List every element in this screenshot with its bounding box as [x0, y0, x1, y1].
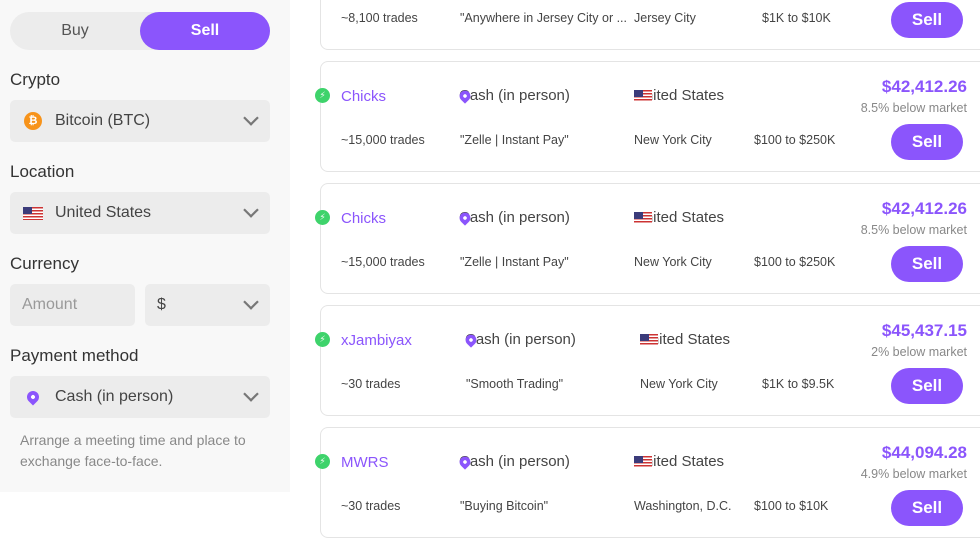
- offer-terms: "Zelle | Instant Pay": [460, 255, 569, 269]
- offer-terms: "Smooth Trading": [466, 377, 564, 391]
- offer-terms: "Zelle | Instant Pay": [460, 133, 569, 147]
- trade-count: ~30 trades: [341, 499, 401, 513]
- offer-city: New York City: [640, 377, 718, 391]
- amount-input[interactable]: Amount: [10, 284, 135, 326]
- amount-placeholder: Amount: [22, 296, 78, 313]
- trade-count: ~15,000 trades: [341, 255, 425, 269]
- payment-label: Payment method: [10, 346, 139, 365]
- location-pin-icon: [24, 388, 42, 406]
- lightning-icon: ⚡: [315, 454, 330, 469]
- payment-method-label: Cash (in person): [459, 209, 570, 226]
- sell-button[interactable]: Sell: [891, 246, 963, 282]
- trader-name[interactable]: Chicks: [341, 210, 386, 227]
- filter-sidebar: Buy Sell Crypto ₿ Bitcoin (BTC) Location…: [0, 0, 290, 492]
- lightning-icon: ⚡: [315, 88, 330, 103]
- offer-city: Washington, D.C.: [634, 499, 732, 513]
- lightning-icon: ⚡: [315, 332, 330, 347]
- payment-method: Cash (in person): [457, 209, 570, 226]
- price: $42,412.26: [881, 199, 967, 218]
- below-market: 8.5% below market: [860, 101, 967, 115]
- location-value: United States: [55, 204, 152, 221]
- payment-method-label: Cash (in person): [465, 331, 576, 348]
- below-market: 2% below market: [871, 345, 967, 359]
- trader-name[interactable]: MWRS: [341, 454, 389, 471]
- sell-button[interactable]: Sell: [891, 368, 963, 404]
- currency-value: $: [157, 296, 166, 313]
- offer-limits: $1K to $9.5K: [762, 377, 835, 391]
- payment-method: Cash (in person): [457, 453, 570, 470]
- country: United States: [634, 453, 739, 470]
- trade-count: ~30 trades: [341, 377, 401, 391]
- location-label: Location: [10, 162, 75, 181]
- buy-tab[interactable]: Buy: [10, 12, 140, 50]
- price: $45,437.15: [881, 321, 967, 340]
- offer-city: Jersey City: [634, 11, 696, 25]
- country: United States: [634, 209, 739, 226]
- chevron-down-icon: [243, 294, 259, 310]
- price: $44,094.28: [881, 443, 967, 462]
- chevron-down-icon: [243, 110, 259, 126]
- lightning-icon: ⚡: [315, 210, 330, 225]
- us-flag-icon: [640, 333, 658, 346]
- payment-note: Arrange a meeting time and place to exch…: [20, 432, 246, 469]
- offer-city: New York City: [634, 133, 712, 147]
- payment-select[interactable]: Cash (in person): [10, 376, 270, 418]
- us-flag-icon: [634, 89, 652, 102]
- offer-terms: "Buying Bitcoin": [460, 499, 549, 513]
- trade-count: ~8,100 trades: [341, 11, 418, 25]
- offer-card: ⚡ xJambiyax Cash (in person) United Stat…: [315, 305, 980, 416]
- us-flag-icon: [23, 206, 43, 220]
- offer-limits: $100 to $250K: [754, 133, 836, 147]
- offer-limits: $1K to $10K: [762, 11, 831, 25]
- payment-method-label: Cash (in person): [459, 453, 570, 470]
- sell-button[interactable]: Sell: [891, 124, 963, 160]
- crypto-value: Bitcoin (BTC): [55, 112, 151, 129]
- payment-method: Cash (in person): [463, 331, 576, 348]
- sell-button[interactable]: Sell: [891, 2, 963, 38]
- below-market: 8.5% below market: [860, 223, 967, 237]
- buy-sell-toggle: Buy Sell: [10, 12, 270, 50]
- payment-method-label: Cash (in person): [459, 87, 570, 104]
- payment-value: Cash (in person): [55, 388, 174, 405]
- offer-card: ~8,100 trades "Anywhere in Jersey City o…: [320, 0, 980, 50]
- offer-card: ⚡ Chicks Cash (in person) United States …: [315, 61, 980, 172]
- offer-terms: "Anywhere in Jersey City or ...: [460, 11, 627, 25]
- offer-limits: $100 to $250K: [754, 255, 836, 269]
- currency-select[interactable]: $: [145, 284, 270, 326]
- offer-card: ⚡ Chicks Cash (in person) United States …: [315, 183, 980, 294]
- chevron-down-icon: [243, 386, 259, 402]
- crypto-label: Crypto: [10, 70, 61, 89]
- sell-tab[interactable]: Sell: [140, 12, 270, 50]
- offer-card: ⚡ MWRS Cash (in person) United States $4…: [315, 427, 980, 538]
- crypto-select[interactable]: ₿ Bitcoin (BTC): [10, 100, 270, 142]
- payment-method: Cash (in person): [457, 87, 570, 104]
- trader-name[interactable]: xJambiyax: [341, 332, 412, 349]
- trader-name[interactable]: Chicks: [341, 88, 386, 105]
- offer-city: New York City: [634, 255, 712, 269]
- price: $42,412.26: [881, 77, 967, 96]
- trade-count: ~15,000 trades: [341, 133, 425, 147]
- currency-label: Currency: [10, 254, 79, 273]
- bitcoin-icon: ₿: [24, 112, 42, 130]
- below-market: 4.9% below market: [860, 467, 967, 481]
- us-flag-icon: [634, 455, 652, 468]
- chevron-down-icon: [243, 202, 259, 218]
- location-select[interactable]: United States: [10, 192, 270, 234]
- country: United States: [640, 331, 745, 348]
- offer-limits: $100 to $10K: [754, 499, 829, 513]
- sell-button[interactable]: Sell: [891, 490, 963, 526]
- us-flag-icon: [634, 211, 652, 224]
- country: United States: [634, 87, 739, 104]
